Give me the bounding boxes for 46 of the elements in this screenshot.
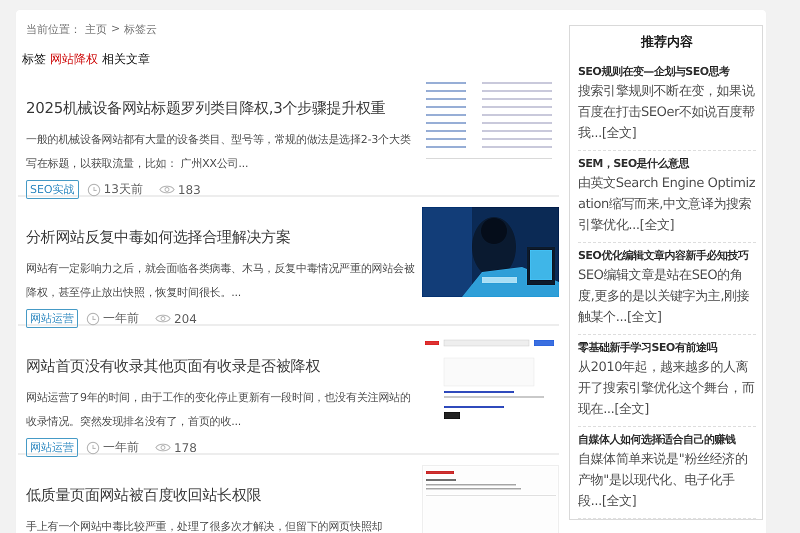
eye-icon	[155, 442, 171, 453]
recommended-title[interactable]: 零基础新手学习SEO有前途吗	[578, 340, 756, 355]
article-title[interactable]: 网站首页没有收录其他页面有收录是否被降权	[26, 357, 416, 376]
read-more-link[interactable]: [全文]	[614, 402, 649, 417]
post-time: 13天前	[104, 181, 143, 198]
recommended-excerpt: 自媒体简单来说是"粉丝经济的产物"是以现代化、电子化手段...[全文]	[578, 451, 748, 511]
article-title[interactable]: 分析网站反复中毒如何选择合理解决方案	[26, 228, 416, 247]
tag-name: 网站降权	[50, 51, 98, 68]
read-more-link[interactable]: [全文]	[602, 126, 636, 141]
article-excerpt: 网站运营了9年的时间，由于工作的变化停止更新有一段时间，也没有关注网站的收录情况。突然发现排名没有了，首页的收...	[26, 390, 412, 430]
category-tag[interactable]: 网站运营	[26, 309, 78, 328]
recommended-excerpt: 搜索引擎规则不断在变，如果说百度在打击SEOer不如说百度帮我...[全文]	[578, 83, 756, 143]
read-more-link[interactable]: [全文]	[627, 310, 662, 325]
recommended-title[interactable]: SEM，SEO是什么意思	[578, 156, 756, 171]
read-more-link[interactable]: [全文]	[640, 218, 674, 233]
article-excerpt: 手上有一个网站中毒比较严重，处理了很多次才解决，但留下的网页快照却	[26, 519, 384, 533]
view-count: 183	[178, 182, 201, 196]
read-more-link[interactable]: [全文]	[602, 494, 636, 509]
article-excerpt: 网站有一定影响力之后，就会面临各类病毒、木马，反复中毒情况严重的网站会被降权，甚至停止放出快照，恢复时间很长。...	[26, 261, 416, 301]
clock-icon	[86, 312, 100, 326]
recommended-title[interactable]: SEO规则在变—企划与SEO思考	[578, 64, 756, 79]
recommended-excerpt: 由英文Search Engine Optimization缩写而来,中文意译为搜索引擎优化...[全文]	[578, 175, 756, 235]
article-excerpt: 一般的机械设备网站都有大量的设备类目、型号等，常规的做法是选择2-3个大类写在标题，以获取流量，比如： 广州XX公司...	[26, 132, 412, 172]
breadcrumb-separator: >	[111, 22, 120, 37]
view-count: 204	[174, 312, 197, 326]
eye-icon	[155, 313, 171, 324]
breadcrumb-label: 当前位置：	[26, 22, 81, 37]
recommended-excerpt: 从2010年起，越来越多的人离开了搜索引擎优化这个舞台，而现在...[全文]	[578, 359, 756, 419]
article-title[interactable]: 2025机械设备网站标题罗列类目降权,3个步骤提升权重	[26, 99, 416, 118]
breadcrumb-link[interactable]: 标签云	[124, 22, 158, 37]
recommended-excerpt: SEO编辑文章是站在SEO的角度,更多的是以关键字为主,刚接触某个...[全文]	[578, 267, 750, 327]
recommended-title[interactable]: SEO优化编辑文章内容新手必知技巧	[578, 248, 756, 263]
breadcrumb-link[interactable]: 主页	[85, 22, 107, 37]
eye-icon	[158, 184, 175, 195]
post-time: 一年前	[103, 310, 139, 327]
category-tag[interactable]: 网站运营	[26, 438, 78, 457]
clock-icon	[86, 440, 100, 454]
category-tag[interactable]: SEO实战	[26, 180, 79, 199]
recommended-title[interactable]: 自媒体人如何选择适合自己的赚钱	[578, 432, 756, 447]
post-time: 一年前	[103, 439, 139, 456]
heading-text: 相关文章	[102, 51, 150, 68]
clock-icon	[86, 182, 101, 196]
article-title[interactable]: 低质量页面网站被百度收回站长权限	[26, 486, 416, 505]
heading-text: 标签	[22, 51, 46, 68]
sidebar-title: 推荐内容	[640, 34, 694, 52]
view-count: 178	[174, 440, 197, 454]
